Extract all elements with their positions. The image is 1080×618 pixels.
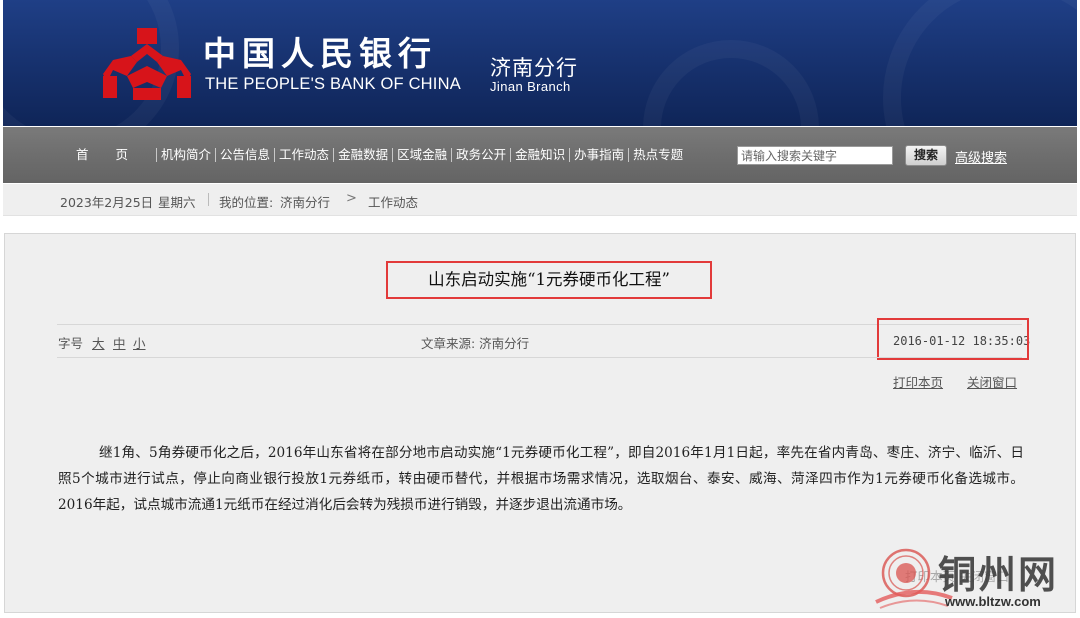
bank-name-cn: 中国人民银行 xyxy=(203,34,437,73)
bank-name-en: THE PEOPLE'S BANK OF CHINA xyxy=(205,75,461,93)
close-window-link[interactable]: 关闭窗口 xyxy=(967,372,1017,391)
nav-divider xyxy=(628,148,630,162)
location-label: 我的位置: xyxy=(219,195,274,210)
font-size-small-link[interactable]: 小 xyxy=(133,333,146,352)
font-size-label: 字号 xyxy=(58,336,84,351)
current-weekday: 星期六 xyxy=(158,195,196,210)
current-date: 2023年2月25日 xyxy=(60,195,154,210)
nav-divider xyxy=(274,148,276,162)
nav-item-work-news[interactable]: 工作动态 xyxy=(276,127,332,183)
search-input[interactable] xyxy=(737,146,893,165)
nav-divider xyxy=(392,148,394,162)
article-source: 文章来源: 济南分行 xyxy=(421,336,530,351)
nav-item-notices[interactable]: 公告信息 xyxy=(217,127,273,183)
search-button[interactable]: 搜索 xyxy=(905,145,947,166)
branch-name-en: Jinan Branch xyxy=(490,79,571,94)
nav-item-home[interactable]: 首页 xyxy=(73,127,155,183)
breadcrumb: 2023年2月25日 星期六 我的位置: 济南分行 > 工作动态 xyxy=(3,184,1077,216)
watermark-text: 铜州网 xyxy=(938,552,1059,597)
font-size-medium-link[interactable]: 中 xyxy=(113,333,126,352)
nav-item-regional-finance[interactable]: 区域金融 xyxy=(394,127,450,183)
nav-item-about[interactable]: 机构简介 xyxy=(158,127,214,183)
nav-menu: 首页 机构简介 公告信息 工作动态 金融数据 区域金融 政务公开 金融知识 办事… xyxy=(73,127,686,183)
nav-item-finance-knowledge[interactable]: 金融知识 xyxy=(512,127,568,183)
nav-item-hot-topics[interactable]: 热点专题 xyxy=(630,127,686,183)
nav-divider xyxy=(569,148,571,162)
nav-item-gov-affairs[interactable]: 政务公开 xyxy=(453,127,509,183)
watermark-url: www.bltzw.com xyxy=(945,594,1041,609)
title-highlight-box xyxy=(386,261,712,299)
breadcrumb-item-branch[interactable]: 济南分行 xyxy=(280,192,330,211)
advanced-search-link[interactable]: 高级搜索 xyxy=(955,147,1007,166)
chevron-right-icon: > xyxy=(346,191,357,206)
branch-name-cn: 济南分行 xyxy=(490,56,578,80)
header-banner: 中国人民银行 THE PEOPLE'S BANK OF CHINA 济南分行 J… xyxy=(3,0,1077,126)
breadcrumb-divider xyxy=(208,193,209,206)
nav-divider xyxy=(451,148,453,162)
meta-divider xyxy=(57,357,1022,358)
breadcrumb-item-work-news[interactable]: 工作动态 xyxy=(368,192,418,211)
nav-item-financial-data[interactable]: 金融数据 xyxy=(335,127,391,183)
banner-decoration xyxy=(643,40,819,126)
nav-divider xyxy=(333,148,335,162)
nav-divider xyxy=(510,148,512,162)
nav-item-service-guide[interactable]: 办事指南 xyxy=(571,127,627,183)
pboc-emblem-icon[interactable] xyxy=(103,26,191,102)
print-page-link[interactable]: 打印本页 xyxy=(893,372,943,391)
banner-decoration xyxy=(883,0,1077,126)
font-size-large-link[interactable]: 大 xyxy=(92,333,105,352)
article-body: 继1角、5角券硬币化之后，2016年山东省将在部分地市启动实施“1元券硬币化工程… xyxy=(58,445,1024,513)
nav-divider xyxy=(215,148,217,162)
nav-divider xyxy=(156,148,158,162)
date-highlight-box xyxy=(877,318,1029,360)
